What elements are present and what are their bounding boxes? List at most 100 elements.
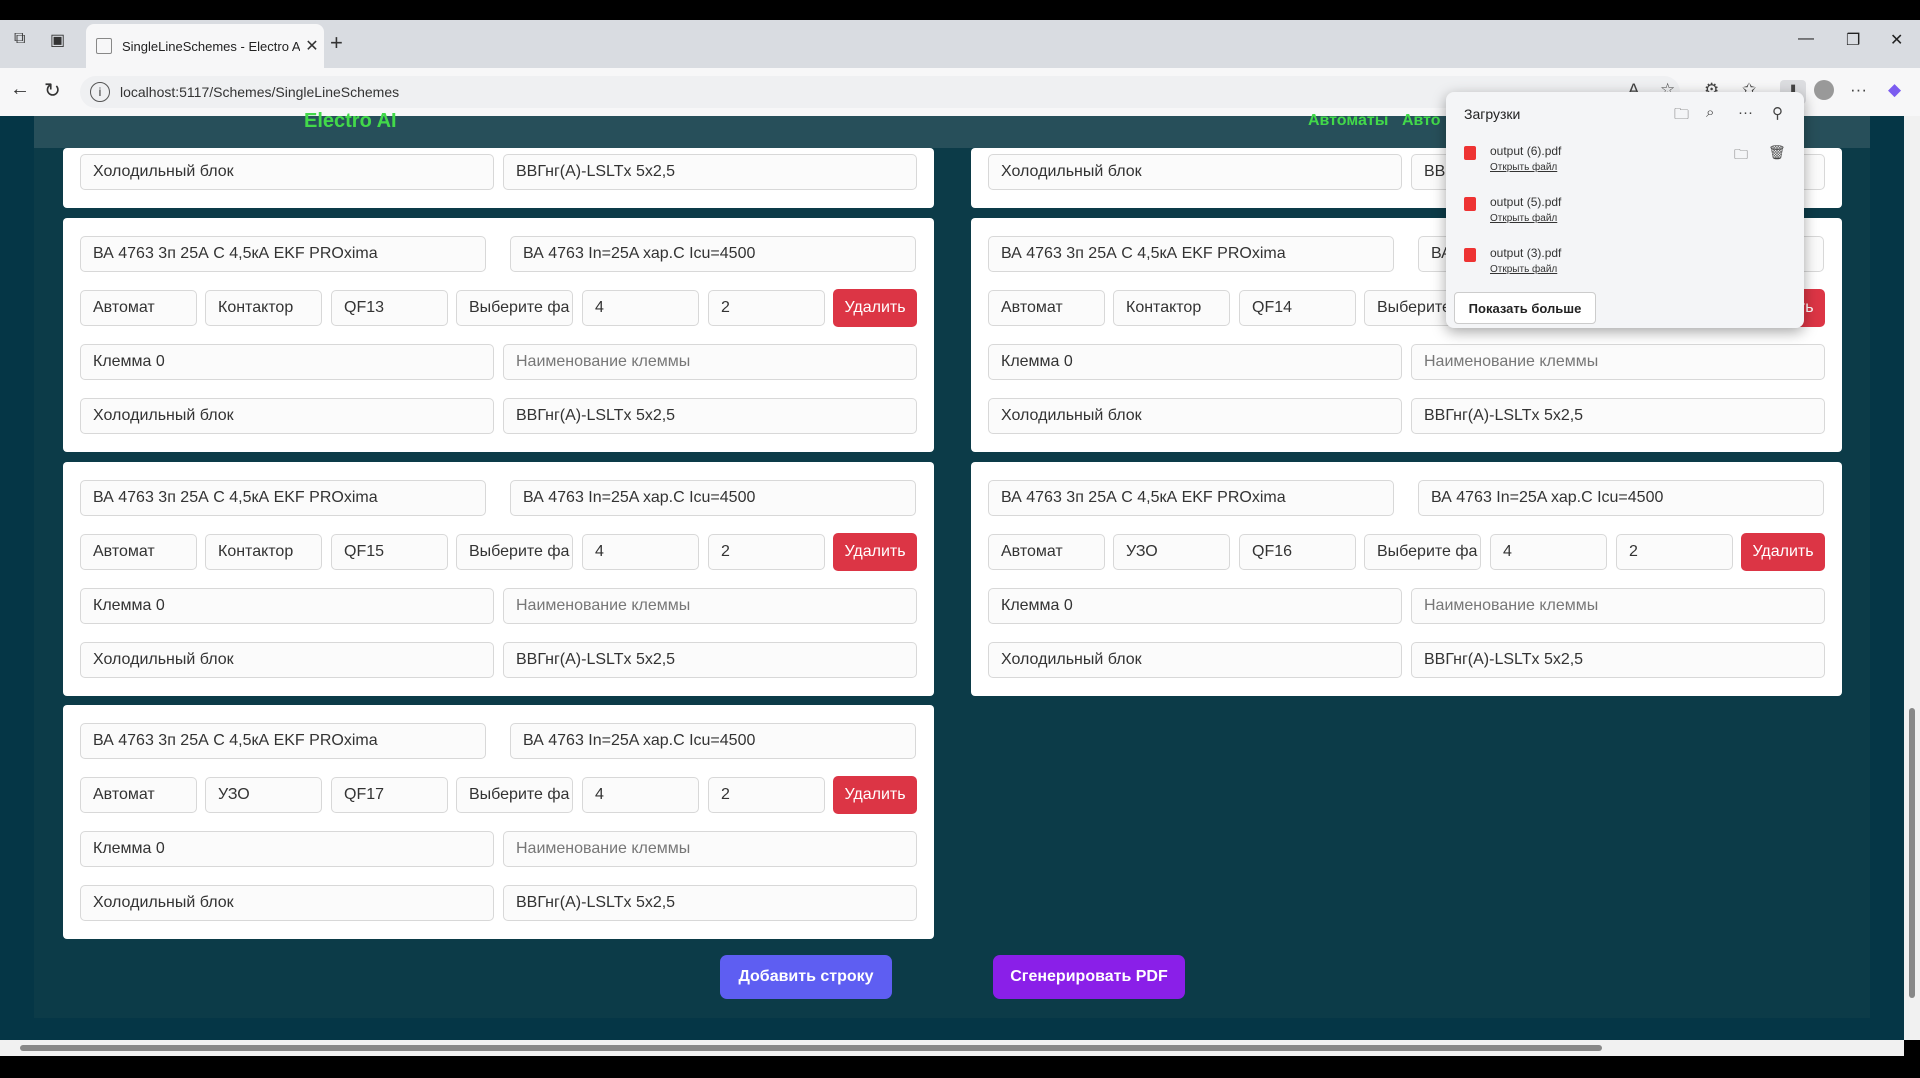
number-field[interactable]: 4	[1490, 534, 1607, 570]
device-type-select[interactable]: Автомат	[80, 290, 197, 326]
more-menu-icon[interactable]: ···	[1850, 80, 1867, 100]
cable-field[interactable]: ВВГнг(А)-LSLTx 5x2,5	[503, 642, 917, 678]
open-folder-icon[interactable]: 🗀	[1674, 104, 1689, 129]
breaker-name-field[interactable]: ВА 4763 3п 25А С 4,5кА EKF PROxima	[80, 723, 486, 759]
restore-icon[interactable]: ❐	[1846, 30, 1860, 50]
cable-field[interactable]: ВВГнг(А)-LSLTx 5x2,5	[503, 398, 917, 434]
device-type-select[interactable]: Автомат	[80, 534, 197, 570]
block-field[interactable]: Холодильный блок	[988, 154, 1402, 190]
delete-button[interactable]: Удалить	[833, 533, 917, 571]
breaker-spec-field[interactable]: ВА 4763 In=25A хар.C Icu=4500	[510, 236, 916, 272]
scrollbar-thumb[interactable]	[1909, 708, 1915, 998]
block-field[interactable]: Холодильный блок	[988, 642, 1402, 678]
device-kind-select[interactable]: Контактор	[205, 534, 322, 570]
browser-tab[interactable]: SingleLineSchemes - Electro AI ✕	[86, 24, 324, 68]
open-file-link[interactable]: Открыть файл	[1490, 162, 1557, 173]
cable-field[interactable]: ВВГнг(А)-LSLTx 5x2,5	[503, 885, 917, 921]
device-kind-select[interactable]: Контактор	[205, 290, 322, 326]
reload-icon[interactable]: ↻	[44, 78, 61, 103]
number-field[interactable]: 2	[708, 777, 825, 813]
minimize-icon[interactable]: —	[1798, 30, 1814, 48]
terminal-field[interactable]: Клемма 0	[988, 344, 1402, 380]
url-field[interactable]: i localhost:5117/Schemes/SingleLineSchem…	[80, 76, 1680, 108]
terminal-field[interactable]: Клемма 0	[80, 344, 494, 380]
delete-button[interactable]: Удалить	[833, 776, 917, 814]
terminal-name-input[interactable]: Наименование клеммы	[1411, 344, 1825, 380]
device-kind-select[interactable]: Контактор	[1113, 290, 1230, 326]
terminal-name-input[interactable]: Наименование клеммы	[503, 831, 917, 867]
device-id-field[interactable]: QF15	[331, 534, 448, 570]
terminal-field[interactable]: Клемма 0	[988, 588, 1402, 624]
brand-logo[interactable]: Electro AI	[304, 110, 397, 133]
terminal-field[interactable]: Клемма 0	[80, 831, 494, 867]
add-row-button[interactable]: Добавить строку	[720, 955, 892, 999]
device-id-field[interactable]: QF16	[1239, 534, 1356, 570]
new-tab-button[interactable]: +	[330, 30, 343, 56]
breaker-spec-field[interactable]: ВА 4763 In=25A хар.C Icu=4500	[1418, 480, 1824, 516]
phase-select[interactable]: Выберите фа	[456, 290, 573, 326]
phase-select[interactable]: Выберите фа	[456, 777, 573, 813]
terminal-name-input[interactable]: Наименование клеммы	[1411, 588, 1825, 624]
workspaces-icon[interactable]: ⧉	[14, 30, 25, 48]
number-field[interactable]: 4	[582, 290, 699, 326]
terminal-name-input[interactable]: Наименование клеммы	[503, 344, 917, 380]
close-window-icon[interactable]: ✕	[1890, 30, 1903, 50]
phase-select[interactable]: Выберите фа	[1364, 534, 1481, 570]
device-kind-select[interactable]: УЗО	[1113, 534, 1230, 570]
breaker-name-field[interactable]: ВА 4763 3п 25А С 4,5кА EKF PROxima	[988, 236, 1394, 272]
pin-icon[interactable]: ⚲	[1772, 104, 1783, 122]
tab-actions-icon[interactable]: ▣	[50, 30, 65, 50]
vertical-scrollbar[interactable]	[1904, 116, 1920, 1040]
device-type-select[interactable]: Автомат	[988, 290, 1105, 326]
block-field[interactable]: Холодильный блок	[80, 398, 494, 434]
nav-link-auto[interactable]: Авто	[1402, 112, 1441, 130]
device-type-select[interactable]: Автомат	[80, 777, 197, 813]
back-icon[interactable]: ←	[10, 78, 30, 101]
phase-select[interactable]: Выберите фа	[456, 534, 573, 570]
device-id-field[interactable]: QF17	[331, 777, 448, 813]
download-item[interactable]: output (3).pdf Открыть файл	[1464, 244, 1784, 288]
number-field[interactable]: 2	[1616, 534, 1733, 570]
delete-button[interactable]: Удалить	[833, 289, 917, 327]
device-kind-select[interactable]: УЗО	[205, 777, 322, 813]
device-id-field[interactable]: QF13	[331, 290, 448, 326]
generate-pdf-button[interactable]: Сгенерировать PDF	[993, 955, 1185, 999]
terminal-name-input[interactable]: Наименование клеммы	[503, 588, 917, 624]
breaker-spec-field[interactable]: ВА 4763 In=25A хар.C Icu=4500	[510, 723, 916, 759]
scrollbar-thumb[interactable]	[20, 1045, 1602, 1051]
delete-icon[interactable]: 🗑	[1768, 144, 1786, 161]
close-tab-icon[interactable]: ✕	[300, 36, 324, 56]
terminal-field[interactable]: Клемма 0	[80, 588, 494, 624]
download-item[interactable]: output (5).pdf Открыть файл	[1464, 193, 1784, 237]
block-field[interactable]: Холодильный блок	[988, 398, 1402, 434]
breaker-name-field[interactable]: ВА 4763 3п 25А С 4,5кА EKF PROxima	[80, 480, 486, 516]
cable-field[interactable]: ВВГнг(А)-LSLTx 5x2,5	[1411, 642, 1825, 678]
download-item[interactable]: output (6).pdf Открыть файл 🗀 🗑	[1464, 142, 1786, 186]
delete-button[interactable]: Удалить	[1741, 533, 1825, 571]
block-field[interactable]: Холодильный блок	[80, 154, 494, 190]
device-type-select[interactable]: Автомат	[988, 534, 1105, 570]
block-field[interactable]: Холодильный блок	[80, 642, 494, 678]
open-file-link[interactable]: Открыть файл	[1490, 213, 1557, 224]
number-field[interactable]: 2	[708, 290, 825, 326]
cable-field[interactable]: ВВГнг(А)-LSLTx 5x2,5	[1411, 398, 1825, 434]
copilot-icon[interactable]: ◆	[1888, 80, 1901, 100]
horizontal-scrollbar[interactable]	[0, 1040, 1904, 1056]
block-field[interactable]: Холодильный блок	[80, 885, 494, 921]
site-info-icon[interactable]: i	[90, 82, 110, 102]
search-icon[interactable]: ⌕	[1706, 104, 1714, 121]
cable-field[interactable]: ВВГнг(А)-LSLTx 5x2,5	[503, 154, 917, 190]
show-more-button[interactable]: Показать больше	[1454, 292, 1596, 324]
breaker-name-field[interactable]: ВА 4763 3п 25А С 4,5кА EKF PROxima	[988, 480, 1394, 516]
device-id-field[interactable]: QF14	[1239, 290, 1356, 326]
profile-avatar[interactable]	[1814, 80, 1834, 100]
number-field[interactable]: 4	[582, 534, 699, 570]
open-file-link[interactable]: Открыть файл	[1490, 264, 1557, 275]
number-field[interactable]: 4	[582, 777, 699, 813]
more-options-icon[interactable]: ···	[1738, 104, 1753, 121]
number-field[interactable]: 2	[708, 534, 825, 570]
breaker-name-field[interactable]: ВА 4763 3п 25А С 4,5кА EKF PROxima	[80, 236, 486, 272]
nav-link-automats[interactable]: Автоматы	[1308, 112, 1388, 130]
breaker-spec-field[interactable]: ВА 4763 In=25A хар.C Icu=4500	[510, 480, 916, 516]
show-in-folder-icon[interactable]: 🗀	[1734, 144, 1748, 168]
